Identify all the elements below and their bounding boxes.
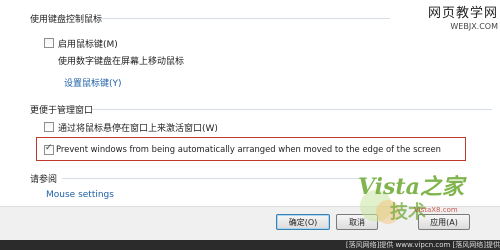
watermark-webjx-domain: WEBJX.COM (450, 22, 498, 31)
watermark-webjx: 网页教学网 WEBJX.COM (402, 6, 498, 38)
mouse-keys-description: 使用数字键盘在屏幕上移动鼠标 (58, 57, 185, 67)
ok-button[interactable]: 确定(O) (276, 214, 330, 230)
setup-mouse-keys-link[interactable]: 设置鼠标键(Y) (64, 76, 122, 89)
mouse-keys-checkbox[interactable] (44, 38, 54, 48)
prevent-arrange-checkbox[interactable] (44, 143, 54, 155)
section-divider (100, 18, 390, 19)
hover-activate-checkbox[interactable] (44, 122, 54, 132)
hover-activate-label[interactable]: 通过将鼠标悬停在窗口上来激活窗口(W) (58, 121, 218, 134)
cancel-button[interactable]: 取消 (336, 214, 378, 230)
apply-button[interactable]: 应用(A) (418, 214, 470, 230)
mouse-keys-label[interactable]: 启用鼠标键(M) (58, 37, 118, 50)
section-divider (62, 178, 362, 179)
mouse-settings-link[interactable]: Mouse settings (46, 190, 114, 200)
watermark-vista-text: Vista之家 (358, 174, 467, 200)
prevent-arrange-label[interactable]: Prevent windows from being automatically… (56, 144, 441, 154)
status-bar-watermark: [落风网络]提供 www.vipcn.com [落风网络]提供 (0, 240, 500, 250)
section-title-window-management: 更便于管理窗口 (30, 106, 94, 116)
section-title-see-also: 请参阅 (30, 175, 58, 185)
watermark-webjx-title: 网页教学网 (427, 6, 498, 21)
section-title-keyboard: 使用键盘控制鼠标 (30, 15, 103, 25)
section-divider (92, 109, 492, 110)
